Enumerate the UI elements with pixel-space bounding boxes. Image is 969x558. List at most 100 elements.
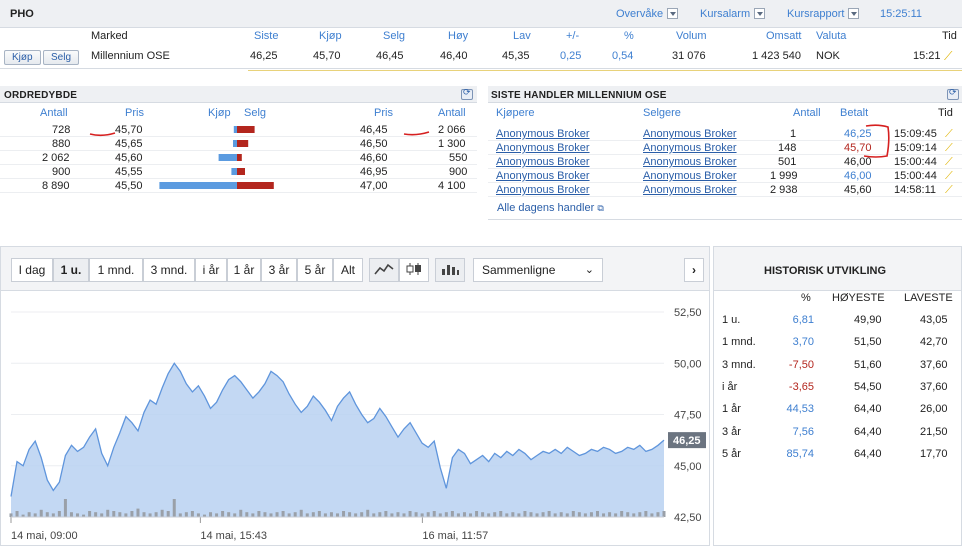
period-today[interactable]: I dag	[11, 258, 53, 282]
hist-low: 42,70	[920, 336, 948, 349]
all-trades-link[interactable]: Alle dagens handler ⧉	[497, 202, 604, 214]
refresh-icon[interactable]	[461, 87, 473, 100]
volume-bar	[275, 512, 279, 517]
sell-button[interactable]: Selg	[43, 50, 80, 65]
compare-select[interactable]: Sammenligne ⌄	[473, 258, 603, 282]
trade-price: 45,60	[844, 184, 872, 196]
sparkline-icon[interactable]: ⟋	[945, 184, 953, 197]
quote-row: Kjøp Selg Millennium OSE 46,25 45,70 46,…	[0, 46, 962, 69]
period-all[interactable]: Alt	[333, 258, 363, 282]
orderbook-title-bar: ORDREDYBDE	[0, 86, 477, 103]
ask-depth-bar	[237, 154, 242, 161]
volume-bar	[462, 512, 466, 517]
volume-bar	[529, 512, 533, 517]
period-1w[interactable]: 1 u.	[53, 258, 89, 282]
volume-bar	[626, 512, 630, 517]
volume-bar	[63, 499, 67, 517]
period-5y[interactable]: 5 år	[297, 258, 333, 282]
x-tick-label: 14 mai, 09:00	[11, 530, 78, 542]
candlestick-button[interactable]	[399, 258, 429, 282]
buyer-link[interactable]: Anonymous Broker	[496, 184, 590, 196]
period-3m[interactable]: 3 mnd.	[143, 258, 195, 282]
sparkline-icon[interactable]: ⟋	[945, 128, 953, 141]
turnover-value: 1 423 540	[752, 50, 801, 62]
last-price: 46,25	[250, 50, 278, 62]
volume-bar	[305, 513, 309, 517]
candlestick-icon	[406, 263, 421, 275]
volume-toggle-button[interactable]	[435, 258, 465, 282]
chevron-down-icon[interactable]	[667, 8, 679, 19]
buy-button[interactable]: Kjøp	[4, 50, 41, 65]
volume-bar	[595, 511, 599, 517]
buyer-link[interactable]: Anonymous Broker	[496, 156, 590, 168]
buyer-link[interactable]: Anonymous Broker	[496, 170, 590, 182]
sparkline-icon[interactable]: ⟋	[945, 156, 953, 169]
col-ask: Selg	[383, 30, 406, 42]
currency-value: NOK	[816, 50, 840, 62]
volume-bar	[614, 513, 618, 517]
chevron-down-icon[interactable]	[848, 8, 860, 19]
volume-bar	[239, 509, 243, 517]
volume-bar	[215, 513, 219, 517]
ask-qty: 550	[449, 152, 468, 164]
volume-bar	[360, 512, 364, 517]
bid-qty: 8 890	[42, 180, 70, 192]
seller-link[interactable]: Anonymous Broker	[643, 170, 737, 182]
volume-bar	[426, 512, 430, 517]
volume-bar	[571, 511, 575, 517]
line-chart-button[interactable]	[369, 258, 399, 282]
buyer-link[interactable]: Anonymous Broker	[496, 142, 590, 154]
volume-bar	[88, 511, 92, 517]
next-arrow-button[interactable]: ›	[684, 258, 704, 282]
period-ytd[interactable]: i år	[195, 258, 227, 282]
sparkline-icon[interactable]: ⟋	[945, 142, 953, 155]
volume-bar	[317, 511, 321, 517]
volume-bar	[190, 511, 194, 517]
ticker-time: 15:25:11	[880, 8, 923, 20]
volume-bar	[172, 499, 176, 517]
historical-row: i år -3,65 54,50 37,60	[714, 378, 962, 398]
volume-bar	[311, 512, 315, 517]
period-3y[interactable]: 3 år	[261, 258, 297, 282]
volume-bar	[196, 513, 200, 517]
hist-high: 64,40	[854, 425, 882, 438]
sparkline-icon[interactable]: ⟋	[945, 170, 953, 183]
buyer-link[interactable]: Anonymous Broker	[496, 128, 590, 140]
historical-row: 1 mnd. 3,70 51,50 42,70	[714, 333, 962, 353]
volume-bar	[154, 512, 158, 517]
volume-bar	[372, 513, 376, 517]
ask-qty: 2 066	[438, 124, 466, 136]
ask-qty: 4 100	[438, 180, 466, 192]
period-1m[interactable]: 1 mnd.	[89, 258, 143, 282]
seller-link[interactable]: Anonymous Broker	[643, 142, 737, 154]
ask-price: 46,45	[376, 50, 404, 62]
volume-bar	[414, 512, 418, 517]
volume-bar	[269, 513, 273, 517]
bid-depth-bar	[231, 168, 237, 175]
volume-bar	[378, 512, 382, 517]
trades-title: SISTE HANDLER MILLENNIUM OSE	[491, 90, 667, 101]
volume-bar	[523, 511, 527, 517]
ask-price: 46,50	[360, 138, 388, 150]
hist-pct: -7,50	[788, 358, 814, 371]
volume-bar	[390, 513, 394, 517]
volume-bar	[263, 512, 267, 517]
refresh-icon[interactable]	[947, 87, 959, 100]
historical-row: 3 mnd. -7,50 51,60 37,60	[714, 356, 962, 376]
price-alert-menu[interactable]: Kursalarm	[700, 8, 766, 20]
report-menu[interactable]: Kursrapport	[787, 8, 860, 20]
x-tick-label: 16 mai, 11:57	[422, 530, 488, 542]
chevron-down-icon[interactable]	[754, 8, 766, 19]
volume-bar	[366, 509, 370, 517]
tr-col-seller: Selgere	[643, 107, 681, 119]
seller-link[interactable]: Anonymous Broker	[643, 128, 737, 140]
watch-menu[interactable]: Overvåke	[616, 8, 679, 20]
seller-link[interactable]: Anonymous Broker	[643, 156, 737, 168]
col-high: Høy	[448, 30, 469, 42]
volume-bar	[76, 513, 80, 517]
sparkline-icon[interactable]: ⟋	[944, 49, 952, 64]
period-1y[interactable]: 1 år	[227, 258, 261, 282]
trade-time: 14:58:11	[894, 184, 937, 196]
change-value: 0,25	[560, 50, 582, 62]
seller-link[interactable]: Anonymous Broker	[643, 184, 737, 196]
